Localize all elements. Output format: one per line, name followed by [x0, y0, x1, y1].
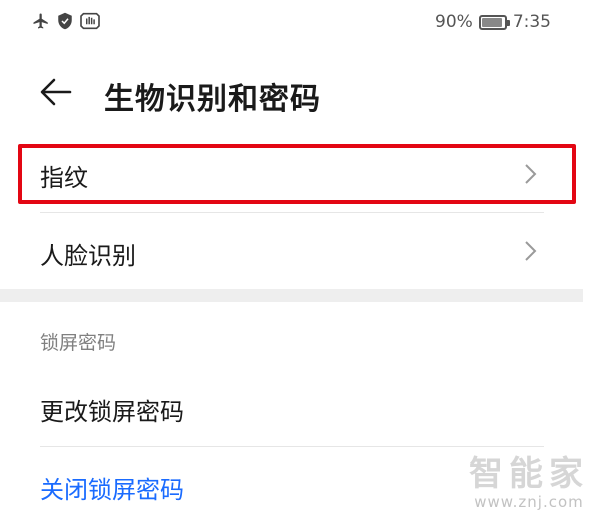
- shield-icon: [58, 12, 72, 30]
- battery-icon: [478, 14, 510, 30]
- status-right: 90% 7:35: [435, 12, 551, 32]
- battery-fill: [481, 17, 502, 27]
- watermark: 智能家 www.znj.com: [469, 446, 589, 510]
- section-header-lock: 锁屏密码: [40, 332, 117, 354]
- app-bar: 生物识别和密码: [0, 62, 599, 122]
- status-icons: [32, 12, 100, 30]
- status-bar: 90% 7:35: [0, 0, 599, 44]
- disable-password-label: 关闭锁屏密码: [40, 476, 184, 504]
- hand-icon: [80, 12, 100, 30]
- face-recognition-label: 人脸识别: [40, 242, 136, 270]
- divider: [40, 212, 544, 213]
- arrow-left-icon: [40, 78, 72, 106]
- section-divider: [0, 289, 583, 302]
- chevron-right-icon: [525, 241, 537, 261]
- airplane-icon: [33, 13, 48, 29]
- list-item-face-recognition[interactable]: 人脸识别: [0, 224, 599, 278]
- change-password-label: 更改锁屏密码: [40, 398, 184, 426]
- highlight-box: [18, 144, 576, 204]
- back-button[interactable]: [36, 72, 76, 112]
- watermark-url: www.znj.com: [474, 493, 584, 510]
- list-item-change-password[interactable]: 更改锁屏密码: [0, 382, 599, 436]
- battery-percent: 90%: [435, 12, 473, 32]
- watermark-logo: 智能家: [469, 454, 589, 494]
- clock: 7:35: [512, 12, 551, 32]
- page-title: 生物识别和密码: [104, 82, 321, 117]
